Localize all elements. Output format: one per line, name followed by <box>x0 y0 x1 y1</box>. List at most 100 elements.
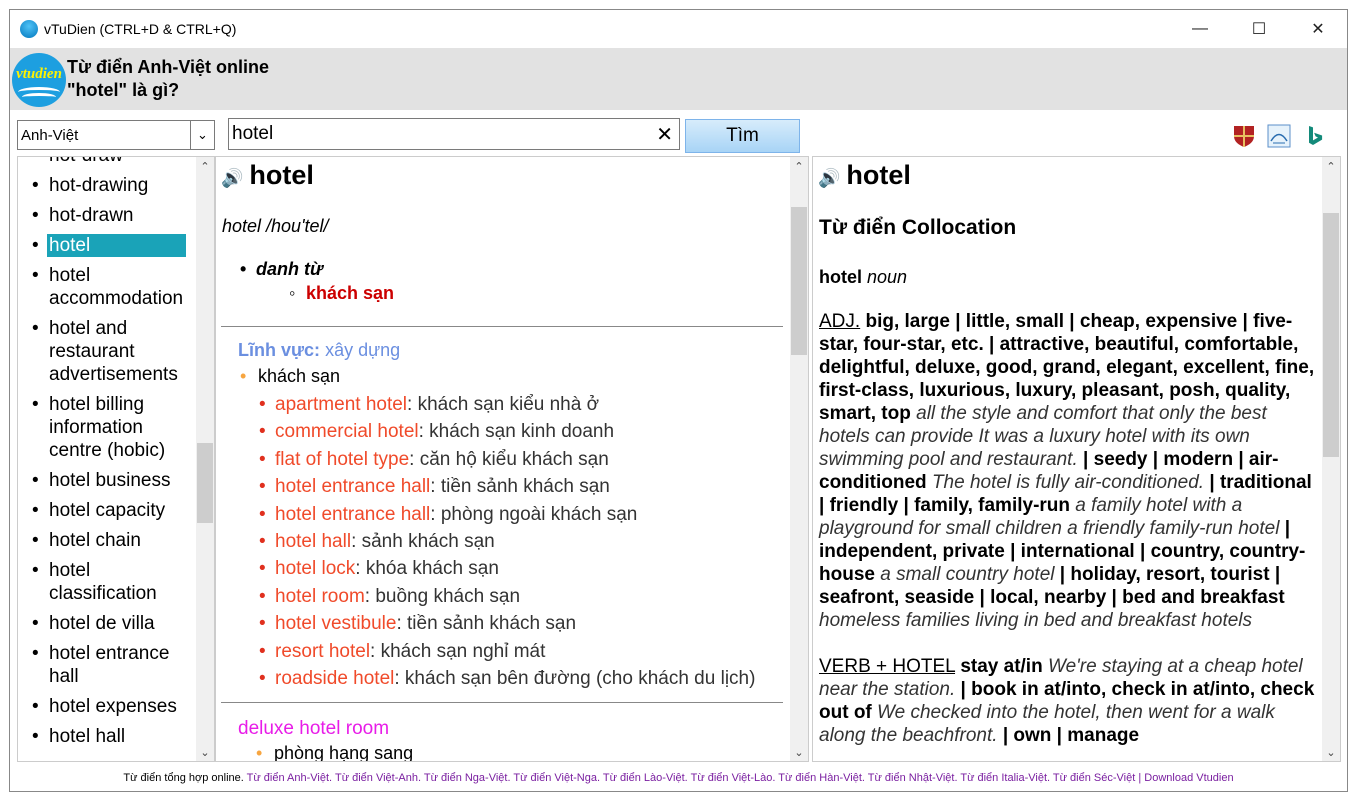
word-list-item[interactable]: hotel hall <box>18 725 196 748</box>
chevron-up-icon[interactable]: ⌃ <box>196 157 214 175</box>
word-list-item-label: hotel business <box>49 470 171 491</box>
example-term[interactable]: roadside hotel <box>275 668 394 689</box>
divider <box>221 326 783 327</box>
word-list-item[interactable]: hotel accommodation <box>18 264 196 310</box>
word-list-item-label: hotel and restaurant advertisements <box>49 318 178 385</box>
footer-link[interactable]: Từ điển Nhật-Việt. <box>868 772 958 784</box>
cambridge-shield-icon[interactable] <box>1232 124 1256 148</box>
clear-icon[interactable]: ✕ <box>656 122 673 147</box>
title-bar: vTuDien (CTRL+D & CTRL+Q) — ☐ ✕ <box>10 10 1347 48</box>
collocation-title: Từ điển Collocation <box>819 216 1017 239</box>
word-list-item-label: hotel hall <box>49 726 126 747</box>
search-box[interactable]: ✕ <box>228 118 680 150</box>
deluxe-term[interactable]: deluxe hotel room <box>238 718 389 740</box>
footer-link[interactable]: Từ điển Nga-Việt. <box>424 772 511 784</box>
example-term[interactable]: apartment hotel <box>275 394 407 415</box>
scroll-thumb[interactable] <box>197 443 213 523</box>
noun-label: noun <box>867 267 908 287</box>
word-list-item-label: hotel expenses <box>49 696 177 717</box>
noun-word: hotel <box>819 267 862 287</box>
word-list-item[interactable]: hotel billing information centre (hobic) <box>18 393 196 462</box>
part-of-speech: danh từ <box>240 259 323 280</box>
example-item: hotel entrance hall: phòng ngoài khách s… <box>259 501 808 529</box>
example-meaning: : buồng khách sạn <box>364 585 521 607</box>
word-list-item[interactable]: hotel entrance hall <box>18 642 196 688</box>
example-meaning: : khách sạn kinh doanh <box>418 421 615 443</box>
maximize-button[interactable]: ☐ <box>1230 10 1288 48</box>
footer-link[interactable]: Từ điển Lào-Việt. <box>603 772 688 784</box>
word-list-item[interactable]: hot-drawing <box>18 174 196 197</box>
footer-link[interactable]: Từ điển Italia-Việt. <box>960 772 1050 784</box>
footer-link[interactable]: Từ điển Việt-Lào. <box>691 772 776 784</box>
search-input[interactable] <box>232 122 642 146</box>
footer-link[interactable]: Từ điển Séc-Việt <box>1053 772 1135 784</box>
example-term[interactable]: hotel hall <box>275 531 351 552</box>
footer-link[interactable]: | Download Vtudien <box>1138 772 1233 784</box>
chevron-up-icon[interactable]: ⌃ <box>1322 157 1340 175</box>
word-list-item-label: hotel accommodation <box>49 265 184 309</box>
example-term[interactable]: hotel entrance hall <box>275 504 430 525</box>
word-list-item[interactable]: hot-draw <box>18 157 196 167</box>
word-list-item[interactable]: hotel expenses <box>18 695 196 718</box>
close-button[interactable]: ✕ <box>1289 10 1347 48</box>
word-list-item[interactable]: hotel and restaurant advertisements <box>18 317 196 386</box>
entry-word: hotel <box>249 160 314 190</box>
verb-words-1: stay at/in <box>960 656 1043 677</box>
definition-panel: 🔊 hotel hotel /hou'tel/ danh từ khách sạn… <box>215 156 809 762</box>
entry-word: hotel <box>846 160 911 190</box>
definition-scrollbar[interactable]: ⌃ ⌄ <box>790 157 808 761</box>
vtudien-logo: vtudien <box>12 53 66 107</box>
example-item: flat of hotel type: căn hộ kiểu khách sạ… <box>259 446 808 474</box>
footer-link[interactable]: Từ điển Việt-Anh. <box>335 772 421 784</box>
speaker-icon[interactable]: 🔊 <box>818 168 840 188</box>
word-list-scrollbar[interactable]: ⌃ ⌄ <box>196 157 214 761</box>
chevron-down-icon[interactable]: ⌄ <box>790 743 808 761</box>
example-meaning: : tiền sảnh khách sạn <box>396 613 577 635</box>
verb-section: VERB + HOTEL stay at/in We're staying at… <box>819 655 1319 747</box>
example-meaning: : căn hộ kiểu khách sạn <box>409 448 609 470</box>
collocation-panel: 🔊 hotel Từ điển Collocation hotel noun AD… <box>812 156 1341 762</box>
example-term[interactable]: resort hotel <box>275 641 370 662</box>
example-item: hotel vestibule: tiền sảnh khách sạn <box>259 610 808 638</box>
word-list-item[interactable]: hotel chain <box>18 529 196 552</box>
word-list-item-label: hotel capacity <box>49 500 166 521</box>
example-term[interactable]: hotel entrance hall <box>275 476 430 497</box>
search-button[interactable]: Tìm <box>685 119 800 153</box>
chevron-down-icon[interactable]: ⌄ <box>1322 743 1340 761</box>
minimize-button[interactable]: — <box>1171 10 1229 48</box>
chevron-down-icon[interactable]: ⌄ <box>196 743 214 761</box>
chevron-up-icon[interactable]: ⌃ <box>790 157 808 175</box>
word-list-item[interactable]: hotel de villa <box>18 612 196 635</box>
word-list-item[interactable]: hot-drawn <box>18 204 196 227</box>
word-list-item[interactable]: hotel <box>18 234 196 257</box>
oxford-dictionary-icon[interactable] <box>1267 124 1291 148</box>
word-list-item[interactable]: hotel business <box>18 469 196 492</box>
word-list-item-label: hot-draw <box>49 157 123 166</box>
example-term[interactable]: hotel lock <box>275 558 355 579</box>
scroll-thumb[interactable] <box>1323 213 1339 457</box>
header-title: Từ điển Anh-Việt online <box>67 57 270 77</box>
scroll-thumb[interactable] <box>791 207 807 355</box>
language-select[interactable]: Anh-Việt ⌄ <box>17 120 215 150</box>
example-term[interactable]: commercial hotel <box>275 421 419 442</box>
example-item: roadside hotel: khách sạn bên đường (cho… <box>259 665 808 693</box>
footer-link[interactable]: Từ điển Hàn-Việt. <box>778 772 865 784</box>
divider <box>221 702 783 703</box>
example-term[interactable]: flat of hotel type <box>275 449 409 470</box>
word-list-item[interactable]: hotel capacity <box>18 499 196 522</box>
word-list-item[interactable]: hotel classification <box>18 559 196 605</box>
speaker-icon[interactable]: 🔊 <box>221 168 243 188</box>
bing-icon[interactable] <box>1304 124 1328 148</box>
example-item: resort hotel: khách sạn nghỉ mát <box>259 638 808 666</box>
footer-link[interactable]: Từ điển Việt-Nga. <box>513 772 600 784</box>
example-item: commercial hotel: khách sạn kinh doanh <box>259 418 808 446</box>
window-title: vTuDien (CTRL+D & CTRL+Q) <box>44 21 237 37</box>
word-list-item-label: hotel billing information centre (hobic) <box>49 394 166 461</box>
adj-section: ADJ. big, large | little, small | cheap,… <box>819 310 1319 632</box>
footer-link[interactable]: Từ điển Anh-Việt. <box>247 772 332 784</box>
example-term[interactable]: hotel room <box>275 586 365 607</box>
example-term[interactable]: hotel vestibule <box>275 613 396 634</box>
field-label: Lĩnh vực: <box>238 340 321 360</box>
collocation-scrollbar[interactable]: ⌃ ⌄ <box>1322 157 1340 761</box>
chevron-down-icon[interactable]: ⌄ <box>190 121 214 149</box>
